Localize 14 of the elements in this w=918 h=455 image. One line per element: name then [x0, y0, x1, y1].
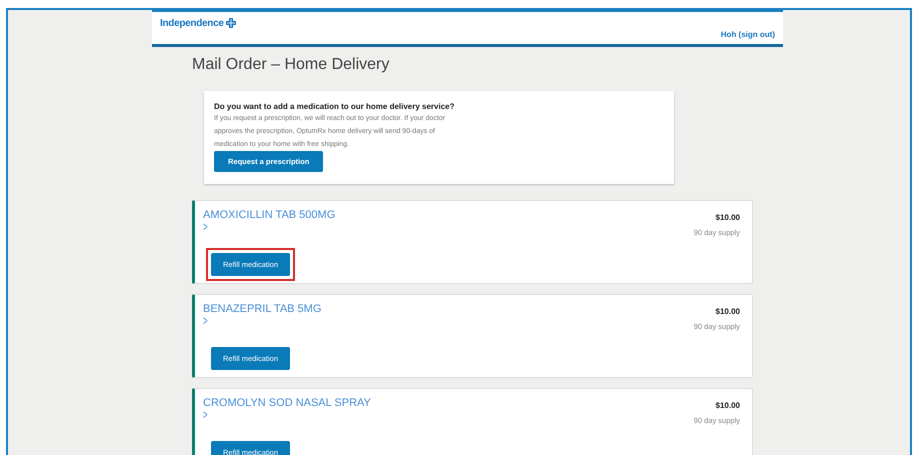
- price: $10.00: [714, 213, 740, 222]
- sign-out-link[interactable]: Hoh (sign out): [720, 30, 775, 39]
- page-title: Mail Order – Home Delivery: [192, 56, 390, 74]
- brand-logo[interactable]: Independence: [160, 18, 224, 28]
- chevron-right-icon[interactable]: >: [203, 409, 208, 421]
- medication-name-link[interactable]: BENAZEPRIL TAB 5MG: [203, 303, 322, 315]
- price: $10.00: [714, 401, 740, 410]
- medication-name-link[interactable]: CROMOLYN SOD NASAL SPRAY: [203, 397, 371, 409]
- medication-name-link[interactable]: AMOXICILLIN TAB 500MG: [203, 209, 336, 221]
- chevron-right-icon[interactable]: >: [203, 315, 208, 327]
- chevron-right-icon[interactable]: >: [203, 221, 208, 233]
- promo-heading: Do you want to add a medication to our home delivery service?: [214, 102, 456, 111]
- price: $10.00: [714, 307, 740, 316]
- cross-logo-icon: [226, 18, 236, 28]
